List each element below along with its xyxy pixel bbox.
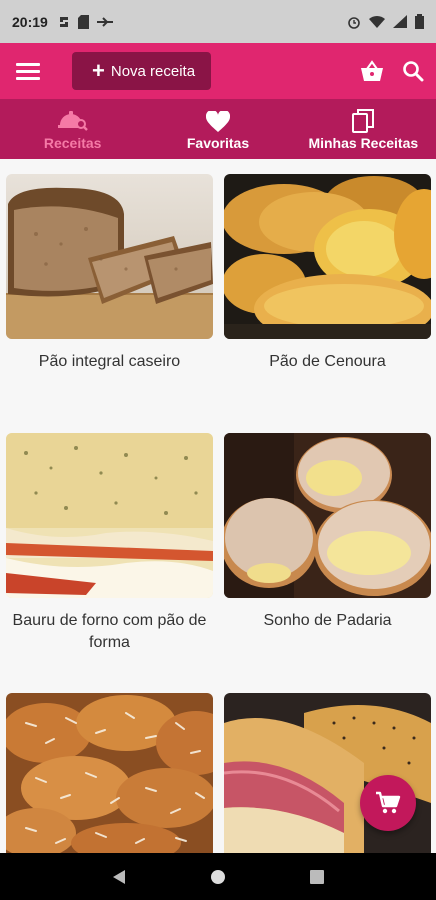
plane-icon — [96, 16, 113, 27]
sync-icon — [59, 16, 68, 27]
status-time: 20:19 — [12, 13, 48, 30]
tab-favoritas-label: Favoritas — [186, 135, 250, 151]
menu-icon-line — [16, 76, 40, 80]
recipe-title: Sonho de Padaria — [263, 612, 392, 629]
recipe-image — [224, 433, 431, 598]
tab-receitas[interactable]: Receitas — [0, 99, 145, 159]
plus-icon: + — [92, 58, 105, 83]
recipe-title: Pão de Cenoura — [269, 353, 386, 370]
new-recipe-button[interactable]: + Nova receita — [72, 52, 212, 90]
signal-icon — [393, 15, 407, 28]
search-icon[interactable] — [402, 60, 424, 82]
heart-icon — [205, 111, 230, 132]
alarm-icon — [348, 16, 360, 29]
system-nav-bar — [0, 853, 436, 900]
menu-button[interactable] — [12, 55, 44, 87]
tab-minhas-receitas-label: Minhas Receitas — [308, 135, 419, 151]
cart-fab[interactable] — [360, 775, 416, 831]
tab-receitas-label: Receitas — [43, 135, 102, 151]
recipe-card[interactable] — [6, 693, 213, 853]
new-recipe-label: Nova receita — [110, 62, 196, 80]
sd-card-icon — [77, 14, 89, 29]
recents-icon[interactable] — [310, 869, 324, 884]
home-icon[interactable] — [210, 869, 226, 885]
tab-favoritas[interactable]: Favoritas — [145, 99, 290, 159]
recipe-grid: Pão integral caseiro Pão de Cenoura Baur… — [0, 159, 436, 853]
back-icon[interactable] — [112, 869, 126, 885]
recipe-card[interactable]: Bauru de forno com pão de forma — [6, 433, 213, 654]
copy-icon — [352, 109, 375, 133]
menu-icon-line — [16, 62, 40, 66]
shopping-cart-icon — [376, 791, 401, 814]
battery-icon — [415, 14, 424, 29]
recipe-image — [6, 174, 213, 339]
recipe-card[interactable]: Pão integral caseiro — [6, 174, 213, 373]
cloche-search-icon — [57, 111, 88, 131]
basket-icon[interactable] — [360, 60, 384, 82]
recipe-card[interactable] — [224, 693, 431, 853]
recipe-image — [224, 693, 431, 853]
wifi-icon — [369, 15, 385, 28]
recipe-image — [224, 174, 431, 339]
recipe-image — [6, 693, 213, 853]
recipe-card[interactable]: Pão de Cenoura — [224, 174, 431, 373]
recipe-image — [6, 433, 213, 598]
menu-icon-line — [16, 69, 40, 73]
tab-minhas-receitas[interactable]: Minhas Receitas — [291, 99, 436, 159]
recipe-card[interactable]: Sonho de Padaria — [224, 433, 431, 632]
status-bar: 20:19 — [0, 0, 436, 43]
recipe-title: Pão integral caseiro — [38, 353, 181, 370]
app-bar: + Nova receita — [0, 43, 436, 99]
recipe-title: Bauru de forno com pão de forma — [12, 612, 207, 651]
tab-bar: Receitas Favoritas Minhas Receitas — [0, 99, 436, 159]
